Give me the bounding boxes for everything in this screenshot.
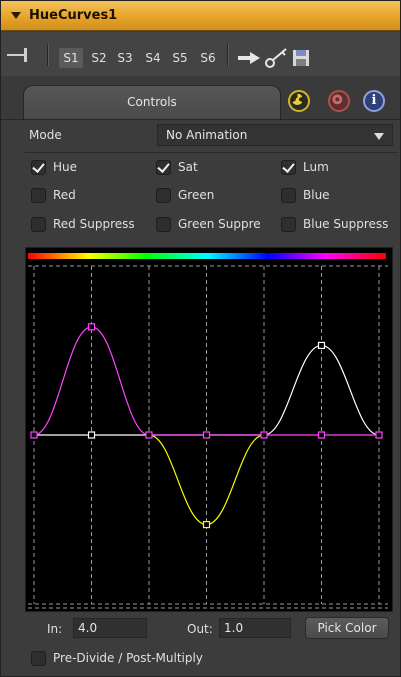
hue-control-point[interactable] (145, 431, 153, 439)
collapse-arrow-icon[interactable] (11, 12, 21, 19)
save-icon[interactable] (292, 49, 310, 67)
toolbar-separator (227, 44, 229, 66)
slot-s4[interactable]: S4 (141, 48, 165, 68)
out-label: Out: (187, 622, 213, 636)
mode-dropdown[interactable]: No Animation (157, 124, 393, 146)
tab-controls-label: Controls (127, 95, 177, 109)
checkbox-box[interactable] (281, 160, 296, 175)
info-icon[interactable]: i (363, 90, 385, 112)
tool-panel: HueCurves1 S1 S2 S3 S4 S5 S6 Controls i … (0, 0, 401, 677)
in-field[interactable]: 4.0 (73, 618, 147, 638)
tool-title: HueCurves1 (29, 8, 118, 23)
checkbox-box[interactable] (31, 160, 46, 175)
in-out-row: In: 4.0 Out: 1.0 Pick Color (1, 613, 400, 643)
checkbox-box[interactable] (31, 188, 46, 203)
checkbox-blue-suppress[interactable]: Blue Suppress (281, 214, 399, 236)
checkbox-box[interactable] (156, 217, 171, 232)
checkbox-label: Blue Suppress (303, 217, 389, 231)
mode-label: Mode (29, 128, 62, 142)
checkbox-box[interactable] (281, 188, 296, 203)
checkbox-label: Pre-Divide / Post-Multiply (53, 651, 203, 665)
lum-control-point[interactable] (317, 341, 326, 350)
out-field[interactable]: 1.0 (219, 618, 291, 638)
slot-s5[interactable]: S5 (168, 48, 192, 68)
checkbox-lum[interactable]: Lum (281, 157, 391, 179)
tab-controls[interactable]: Controls (23, 85, 281, 119)
tab-bar: Controls i (1, 77, 400, 119)
hue-spectrum-bar (28, 253, 386, 259)
slot-s1[interactable]: S1 (59, 48, 83, 68)
checkbox-box[interactable] (281, 217, 296, 232)
checkbox-box[interactable] (156, 160, 171, 175)
checkbox-box[interactable] (156, 188, 171, 203)
mode-value: No Animation (166, 128, 248, 142)
checkbox-label: Red (53, 188, 76, 202)
checkbox-green-suppress[interactable]: Green Suppre (156, 214, 276, 236)
checkbox-box[interactable] (31, 217, 46, 232)
hue-control-point[interactable] (87, 323, 96, 331)
pick-color-button[interactable]: Pick Color (305, 617, 389, 639)
hue-control-point[interactable] (260, 431, 268, 439)
checkbox-label: Red Suppress (53, 217, 135, 231)
mode-row: Mode No Animation (1, 121, 400, 149)
checkbox-box[interactable] (31, 651, 46, 666)
arrow-right-icon[interactable] (238, 52, 260, 64)
gear-icon[interactable] (328, 90, 350, 112)
curve-lines (33, 326, 380, 526)
checkbox-pre-divide[interactable]: Pre-Divide / Post-Multiply (31, 648, 271, 670)
slot-s3[interactable]: S3 (113, 48, 137, 68)
checkbox-label: Hue (53, 160, 78, 174)
lum-control-point[interactable] (87, 431, 96, 439)
pin-icon[interactable] (7, 48, 27, 62)
sat-control-point[interactable] (202, 520, 211, 529)
key-icon[interactable] (264, 47, 288, 69)
toolbar-separator (47, 44, 49, 66)
checkbox-green[interactable]: Green (156, 185, 266, 207)
hue-control-point[interactable] (30, 431, 38, 439)
checkbox-label: Green (178, 188, 215, 202)
hue-control-point[interactable] (317, 431, 326, 439)
chevron-down-icon (374, 133, 384, 140)
tab-divider (1, 119, 400, 120)
checkbox-red[interactable]: Red (31, 185, 141, 207)
checkbox-blue[interactable]: Blue (281, 185, 391, 207)
curve-canvas[interactable] (26, 248, 392, 611)
checkbox-red-suppress[interactable]: Red Suppress (31, 214, 151, 236)
radiation-icon[interactable] (288, 90, 310, 112)
divider (25, 152, 398, 153)
checkbox-label: Blue (303, 188, 330, 202)
checkbox-label: Green Suppre (178, 217, 261, 231)
checkbox-label: Sat (178, 160, 198, 174)
in-label: In: (47, 622, 63, 636)
checkbox-label: Lum (303, 160, 329, 174)
checkbox-sat[interactable]: Sat (156, 157, 266, 179)
hue-control-point[interactable] (375, 431, 383, 439)
tool-header[interactable]: HueCurves1 (1, 1, 400, 31)
curve-editor[interactable] (25, 247, 393, 612)
checkbox-hue[interactable]: Hue (31, 157, 141, 179)
slot-s6[interactable]: S6 (196, 48, 220, 68)
hue-control-point[interactable] (202, 431, 211, 439)
toolbar: S1 S2 S3 S4 S5 S6 (1, 32, 400, 76)
slot-s2[interactable]: S2 (87, 48, 111, 68)
